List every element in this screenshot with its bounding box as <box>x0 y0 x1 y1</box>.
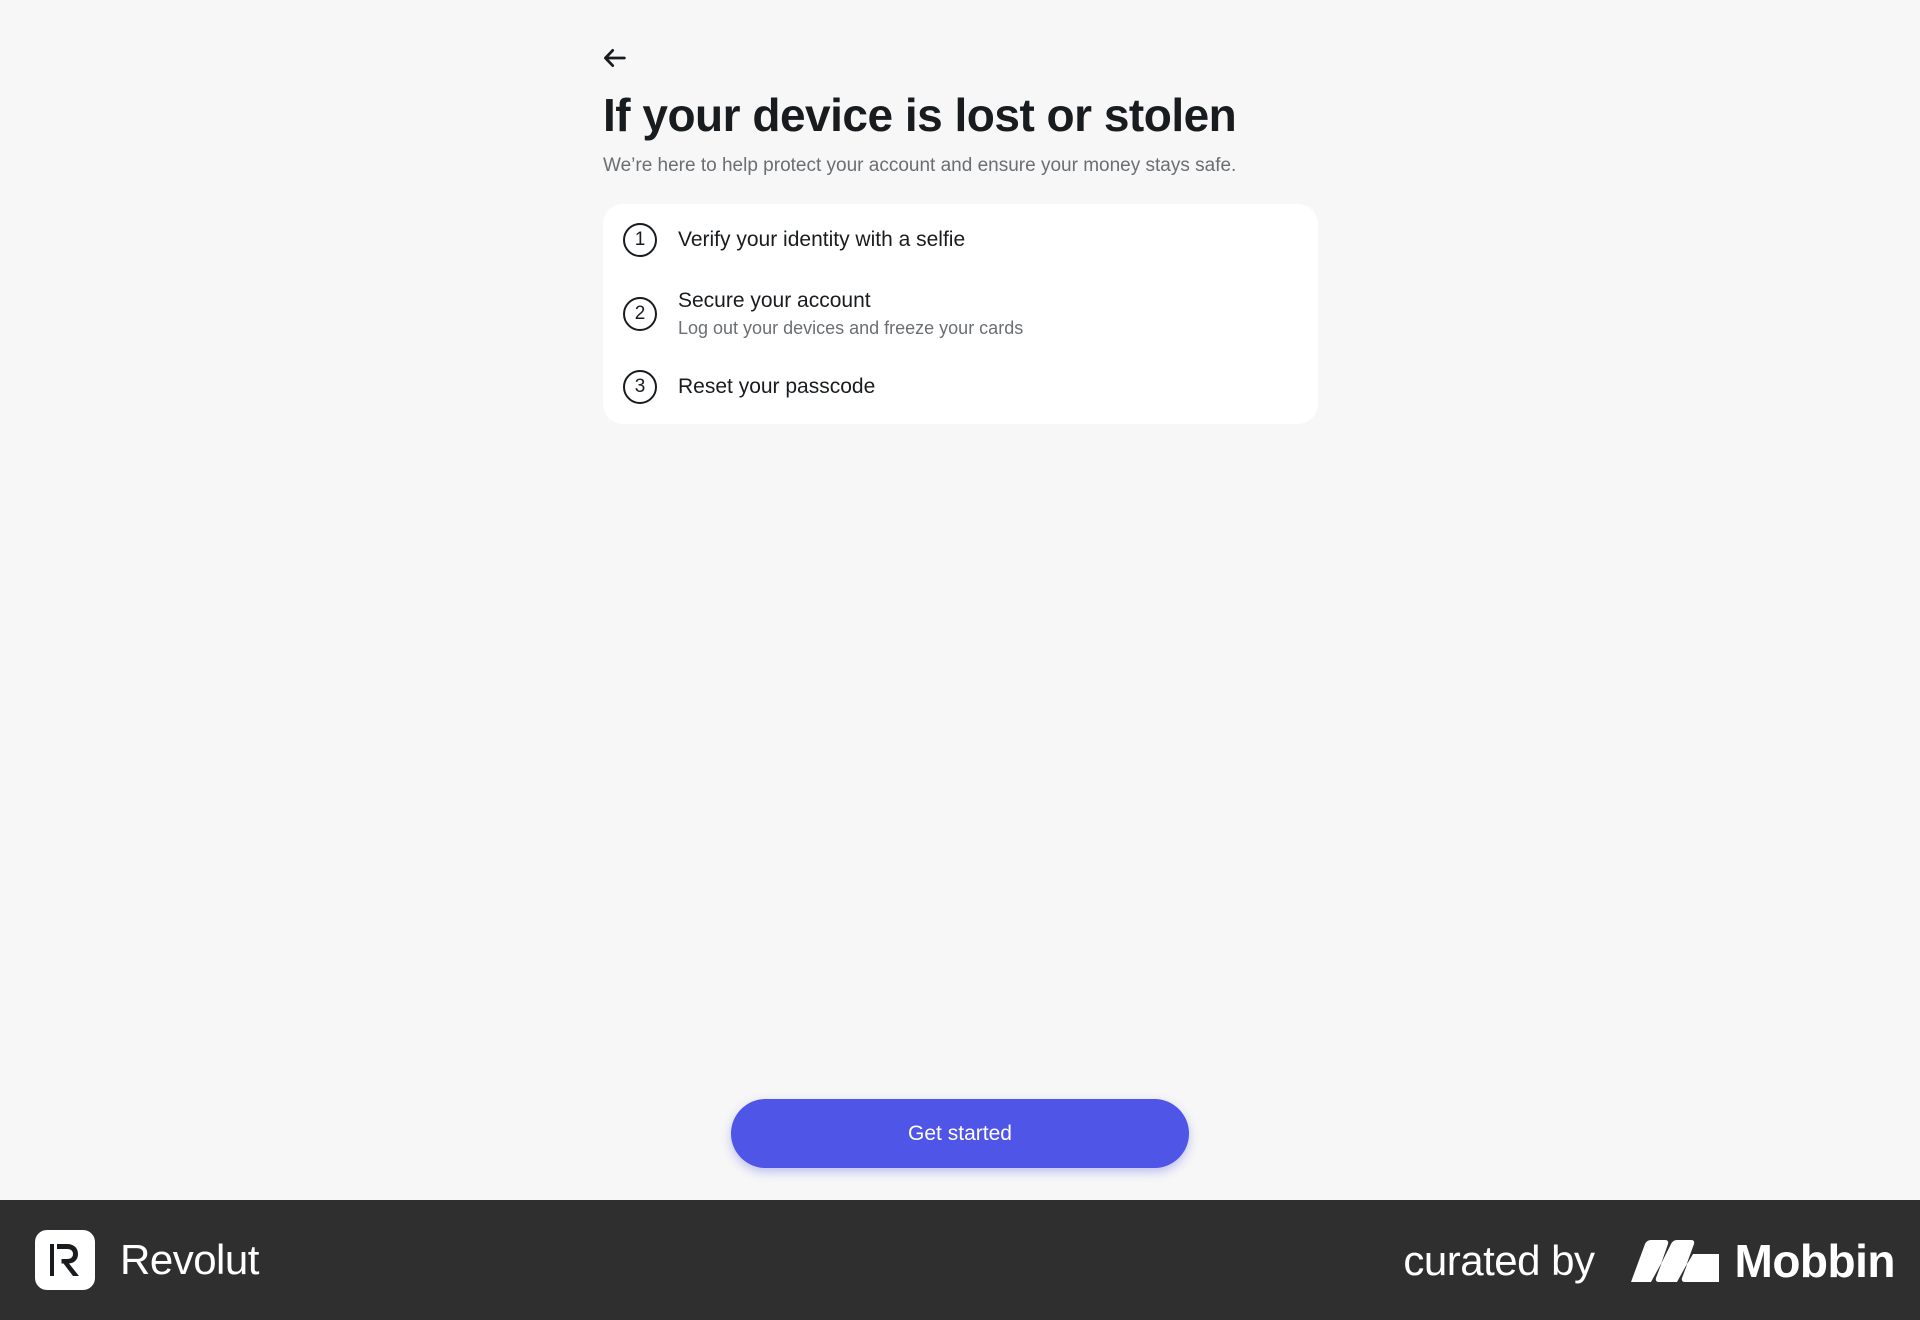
curated-label: curated by <box>1403 1237 1595 1284</box>
step-number-badge: 2 <box>623 296 657 331</box>
step-title: Reset your passcode <box>678 375 876 399</box>
get-started-button[interactable]: Get started <box>731 1099 1189 1168</box>
step-text: Secure your account Log out your devices… <box>678 287 1023 340</box>
curator-name: Mobbin <box>1734 1235 1896 1287</box>
page-title: If your device is lost or stolen <box>603 89 1237 141</box>
page: If your device is lost or stolen We’re h… <box>0 0 1920 1200</box>
step-text: Verify your identity with a selfie <box>678 226 965 253</box>
curated-by: curated by Mobbin <box>1403 1234 1895 1288</box>
arrow-left-icon <box>604 49 626 67</box>
back-button[interactable] <box>597 40 633 76</box>
footer-bar: Revolut curated by Mobbin <box>0 1200 1920 1320</box>
brand-name: Revolut <box>120 1236 259 1283</box>
step-number-badge: 1 <box>623 223 657 258</box>
step-item: 2 Secure your account Log out your devic… <box>603 267 1318 361</box>
steps-card: 1 Verify your identity with a selfie 2 S… <box>603 203 1318 424</box>
step-title: Secure your account <box>678 289 871 313</box>
step-text: Reset your passcode <box>678 373 875 400</box>
step-number-badge: 3 <box>623 370 657 405</box>
step-item: 1 Verify your identity with a selfie <box>603 214 1318 267</box>
mobbin-logo-icon <box>1630 1240 1719 1282</box>
brand: Revolut <box>35 1230 259 1290</box>
main-content: If your device is lost or stolen We’re h… <box>603 40 1318 424</box>
step-title: Verify your identity with a selfie <box>678 228 966 252</box>
page-subtitle: We’re here to help protect your account … <box>603 154 1237 176</box>
revolut-logo-icon <box>35 1230 95 1290</box>
step-description: Log out your devices and freeze your car… <box>678 317 1024 338</box>
step-item: 3 Reset your passcode <box>603 361 1318 414</box>
